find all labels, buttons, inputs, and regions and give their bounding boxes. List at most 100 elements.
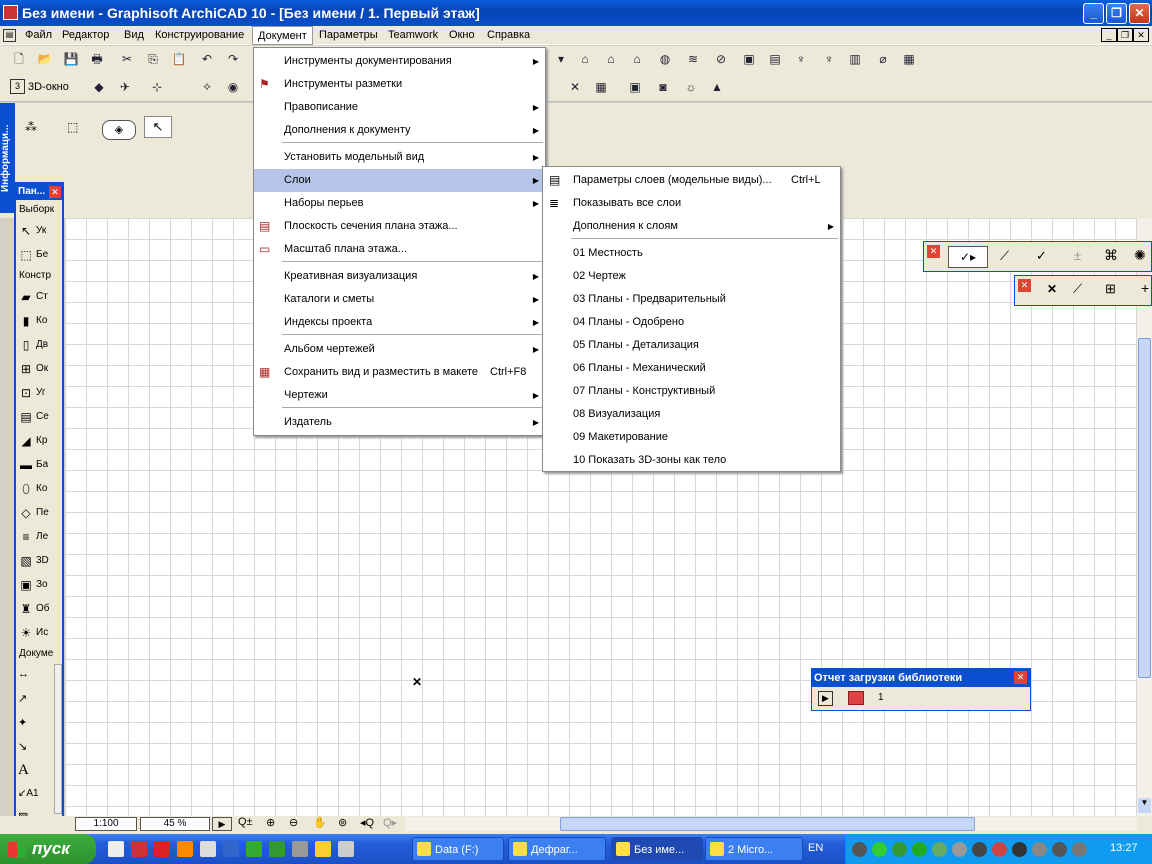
document-menu-item[interactable]: Слои ▶ — [254, 169, 545, 192]
language-indicator[interactable]: EN — [808, 842, 823, 854]
layers-menu-item[interactable]: ≣ Показывать все слои — [543, 192, 840, 215]
layers-menu-item[interactable]: 02 Чертеж — [543, 265, 840, 288]
layers-menu-item[interactable]: ▤ Параметры слоев (модельные виды)... Ctrl… — [543, 169, 840, 192]
photo-icon[interactable]: ◙ — [654, 78, 672, 96]
orbit-icon[interactable]: ⊹ — [148, 78, 166, 96]
zoom-menu-icon[interactable]: ▶ — [212, 817, 232, 831]
document-menu-item[interactable]: Правописание ▶ — [254, 96, 545, 119]
document-menu-item[interactable]: Установить модельный вид ▶ — [254, 146, 545, 169]
toolbox-select-item[interactable]: ⬚ Бе — [18, 244, 64, 266]
paste-icon[interactable]: 📋 — [170, 50, 188, 68]
ql-h-icon[interactable] — [269, 841, 285, 857]
resize-tool-icon[interactable]: ⊞ — [1105, 281, 1116, 297]
layers-menu-item[interactable]: 04 Планы - Одобрено — [543, 311, 840, 334]
save-icon[interactable]: 💾 — [62, 50, 80, 68]
tool-f-icon[interactable]: ⊘ — [712, 50, 730, 68]
toolbox-construct-item[interactable]: ▬ Ба — [18, 454, 64, 476]
radial-dimension-icon[interactable]: ↗ — [18, 692, 27, 705]
horizontal-scrollbar[interactable] — [405, 817, 1137, 831]
tray-icon[interactable] — [952, 842, 967, 857]
document-menu-item[interactable]: Каталоги и сметы ▶ — [254, 288, 545, 311]
layers-menu-item[interactable]: 10 Показать 3D-зоны как тело — [543, 449, 840, 472]
tool-h-icon[interactable]: ▤ — [766, 50, 784, 68]
3d-window-button[interactable]: 3 3D-окно — [8, 78, 76, 96]
redo-icon[interactable]: ↷ — [224, 50, 242, 68]
tray-icon[interactable] — [992, 842, 1007, 857]
fly-icon[interactable]: ✈ — [116, 78, 134, 96]
terrain-icon[interactable]: ▲ — [708, 78, 726, 96]
split-tool-icon[interactable]: ± — [1074, 248, 1081, 263]
mdi-restore-button[interactable]: ❐ — [1117, 28, 1133, 42]
layers-menu-item[interactable]: 08 Визуализация — [543, 403, 840, 426]
layers-menu-item[interactable]: 06 Планы - Механический — [543, 357, 840, 380]
tray-icon[interactable] — [972, 842, 987, 857]
copy-icon[interactable]: ⎘ — [144, 50, 162, 68]
tool-a-icon[interactable]: ⌂ — [576, 50, 594, 68]
layers-menu-item[interactable]: 01 Местность — [543, 242, 840, 265]
undo-icon[interactable]: ↶ — [198, 50, 216, 68]
dropdown-icon[interactable]: ▾ — [552, 50, 570, 68]
taskbar-task[interactable]: Дефраг... — [508, 837, 606, 861]
scale-field[interactable]: 1:100 — [75, 817, 137, 831]
geometry-method-icon[interactable]: ⁂ — [25, 120, 53, 138]
add-tool-icon[interactable]: + — [1141, 280, 1149, 296]
print-icon[interactable]: 🖶 — [88, 50, 106, 68]
camera-icon[interactable]: ◆ — [90, 78, 108, 96]
tool-b-icon[interactable]: ⌂ — [602, 50, 620, 68]
menu-7[interactable]: Teamwork — [383, 26, 443, 45]
label-tool-icon[interactable]: ↙A1 — [18, 788, 39, 799]
render-icon[interactable]: ▣ — [626, 78, 644, 96]
toolbox-select-item[interactable]: ↖ Ук — [18, 220, 64, 242]
taskbar-task[interactable]: 2 Micro... — [705, 837, 803, 861]
ql-k-icon[interactable] — [338, 841, 354, 857]
section-icon[interactable]: ✕ — [566, 78, 584, 96]
close-button[interactable]: ✕ — [1129, 3, 1150, 24]
rectangle-select-icon[interactable]: ⬚ — [67, 120, 91, 138]
trim-tool-icon[interactable]: ⟋ — [1073, 281, 1082, 297]
scroll-down-icon[interactable]: ▼ — [1138, 798, 1151, 813]
layers-menu-item[interactable]: 03 Планы - Предварительный — [543, 288, 840, 311]
menu-3[interactable]: Вид — [119, 26, 149, 45]
ql-b-icon[interactable] — [131, 841, 147, 857]
tool-l-icon[interactable]: ⌀ — [874, 50, 892, 68]
layers-menu-item[interactable]: 07 Планы - Конструктивный — [543, 380, 840, 403]
line-tool-icon[interactable]: ⟋ — [1000, 248, 1009, 264]
edit-toolbar-close-icon[interactable]: ✕ — [927, 245, 940, 258]
tool-g-icon[interactable]: ▣ — [740, 50, 758, 68]
document-menu-item[interactable]: ▭ Масштаб плана этажа... — [254, 238, 545, 261]
ql-c-icon[interactable] — [154, 841, 170, 857]
elevation-dimension-icon[interactable]: ↘ — [18, 740, 27, 753]
arrow-tool-icon[interactable]: ↖ — [144, 116, 172, 138]
tray-icon[interactable] — [912, 842, 927, 857]
cut-icon[interactable]: ✂ — [118, 50, 136, 68]
tray-icon[interactable] — [872, 842, 887, 857]
layers-menu-item[interactable]: 05 Планы - Детализация — [543, 334, 840, 357]
text-tool-icon[interactable]: A — [18, 762, 29, 779]
toolbox-close-icon[interactable]: ✕ — [49, 186, 61, 198]
layers-menu-item[interactable]: Дополнения к слоям ▶ — [543, 215, 840, 238]
document-menu-item[interactable]: Чертежи ▶ — [254, 384, 545, 407]
library-report-close-icon[interactable]: ✕ — [1014, 671, 1027, 684]
tool-d-icon[interactable]: ◍ — [656, 50, 674, 68]
toolbox-construct-item[interactable]: ▤ Се — [18, 406, 64, 428]
expand-report-icon[interactable]: ▶ — [818, 691, 833, 706]
menu-1[interactable]: Файл — [20, 26, 57, 45]
document-menu-item[interactable]: Индексы проекта ▶ — [254, 311, 545, 334]
tray-icon[interactable] — [1032, 842, 1047, 857]
document-menu-item[interactable]: Дополнения к документу ▶ — [254, 119, 545, 142]
toolbox-scrollbar[interactable] — [54, 664, 62, 814]
document-menu-item[interactable]: Издатель ▶ — [254, 411, 545, 434]
menu-9[interactable]: Справка — [482, 26, 535, 45]
ql-a-icon[interactable] — [108, 841, 124, 857]
ql-j-icon[interactable] — [315, 841, 331, 857]
menu-2[interactable]: Редактор — [57, 26, 114, 45]
zoom-fit-icon[interactable]: Q± — [238, 816, 253, 828]
menu-5[interactable]: Документ — [252, 26, 313, 45]
tray-icon[interactable] — [1012, 842, 1027, 857]
tool-k-icon[interactable]: ▥ — [846, 50, 864, 68]
level-dimension-icon[interactable]: ✦ — [18, 716, 27, 729]
fit-window-icon[interactable]: ⊚ — [338, 816, 347, 829]
mdi-close-button[interactable]: ✕ — [1133, 28, 1149, 42]
document-menu-item[interactable]: ▤ Плоскость сечения плана этажа... — [254, 215, 545, 238]
renderer-icon[interactable]: ◉ — [224, 78, 242, 96]
